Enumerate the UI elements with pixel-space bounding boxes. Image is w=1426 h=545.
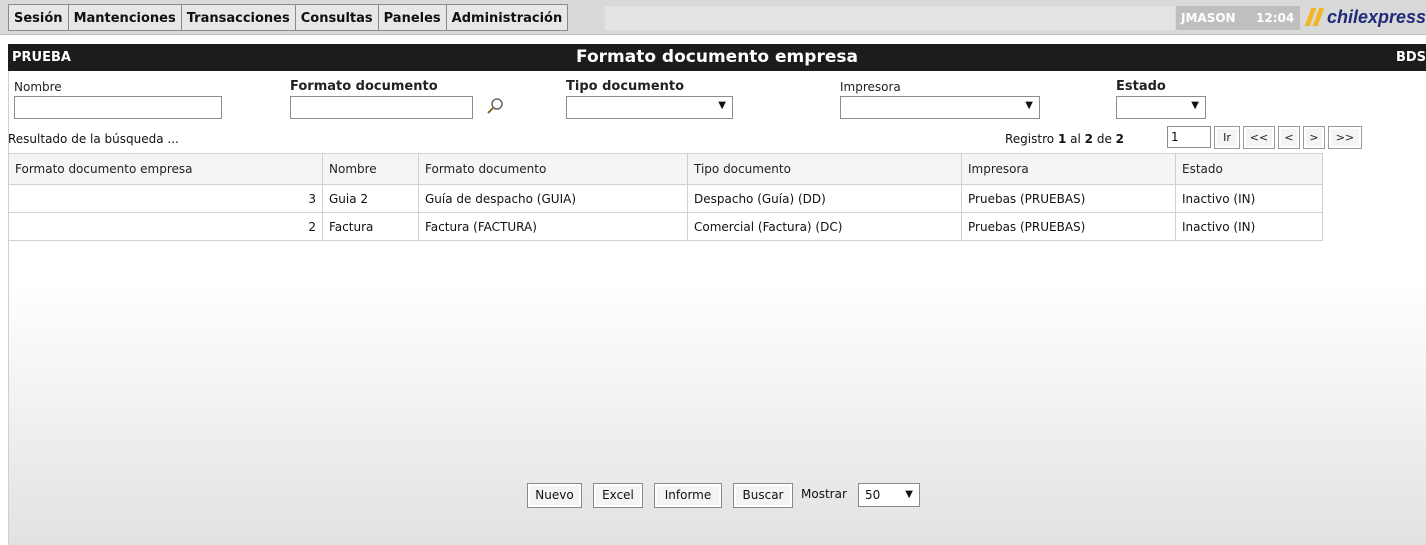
menu-spacer [605, 6, 1175, 30]
user-name: JMASON [1181, 11, 1236, 25]
record-from: 1 [1057, 132, 1067, 146]
user-status: JMASON 12:04 [1176, 6, 1300, 30]
table-row[interactable]: 3 Guia 2 Guía de despacho (GUIA) Despach… [8, 184, 1323, 213]
table-cell: Factura [322, 212, 419, 241]
triangle-down-icon: ▼ [905, 489, 913, 500]
clock: 12:04 [1256, 11, 1295, 25]
first-page-button[interactable]: << [1243, 126, 1275, 149]
column-header[interactable]: Nombre [322, 153, 419, 185]
logo-mark-icon [1302, 6, 1325, 28]
record-prefix: Registro [1005, 132, 1055, 146]
column-header[interactable]: Impresora [961, 153, 1176, 185]
table-cell: Inactivo (IN) [1175, 212, 1323, 241]
column-header[interactable]: Tipo documento [687, 153, 962, 185]
table-cell: Pruebas (PRUEBAS) [961, 184, 1176, 213]
top-menu-bar: Sesión Mantenciones Transacciones Consul… [0, 0, 1426, 35]
column-header[interactable]: Formato documento [418, 153, 688, 185]
content-left-border [8, 71, 9, 545]
main-menu: Sesión Mantenciones Transacciones Consul… [8, 4, 569, 31]
nuevo-button[interactable]: Nuevo [527, 483, 582, 508]
column-header[interactable]: Estado [1175, 153, 1323, 185]
record-to: 2 [1084, 132, 1093, 146]
page-size-select[interactable]: 50 ▼ [858, 483, 920, 507]
go-button[interactable]: Ir [1214, 126, 1240, 149]
results-label: Resultado de la búsqueda ... [8, 132, 179, 146]
excel-button[interactable]: Excel [593, 483, 643, 508]
triangle-down-icon: ▼ [1025, 100, 1033, 111]
nombre-input[interactable] [14, 96, 222, 119]
menu-item-consultas[interactable]: Consultas [295, 4, 379, 31]
next-page-button[interactable]: > [1303, 126, 1325, 149]
table-cell: Guía de despacho (GUIA) [418, 184, 688, 213]
record-sep: al [1070, 132, 1081, 146]
page-number-input[interactable]: 1 [1167, 126, 1211, 148]
mostrar-label: Mostrar [801, 487, 847, 501]
table-header-row: Formato documento empresa Nombre Formato… [8, 153, 1323, 185]
formato-documento-label: Formato documento [290, 79, 438, 94]
impresora-select[interactable]: ▼ [840, 96, 1040, 119]
record-of: de [1096, 132, 1112, 146]
record-total: 2 [1115, 132, 1125, 146]
table-cell: Despacho (Guía) (DD) [687, 184, 962, 213]
impresora-label: Impresora [840, 80, 901, 94]
main-content: Nombre Formato documento Tipo documento … [8, 71, 1426, 545]
page-size-value: 50 [865, 488, 881, 502]
formato-documento-input[interactable] [290, 96, 473, 119]
estado-label: Estado [1116, 79, 1166, 94]
last-page-button[interactable]: >> [1328, 126, 1362, 149]
magnifier-icon[interactable] [486, 97, 504, 115]
menu-item-sesion[interactable]: Sesión [8, 4, 69, 31]
triangle-down-icon: ▼ [718, 100, 726, 111]
prev-page-button[interactable]: < [1278, 126, 1300, 149]
nombre-label: Nombre [14, 80, 62, 94]
page-title: Formato documento empresa [576, 47, 858, 67]
buscar-button[interactable]: Buscar [733, 483, 793, 508]
table-row[interactable]: 2 Factura Factura (FACTURA) Comercial (F… [8, 212, 1323, 241]
brand-logo: chilexpress [1302, 4, 1426, 30]
tipo-documento-label: Tipo documento [566, 79, 685, 94]
table-cell: 3 [8, 184, 323, 213]
table-cell: Inactivo (IN) [1175, 184, 1323, 213]
table-cell: Factura (FACTURA) [418, 212, 688, 241]
database-label: BDS [1395, 50, 1426, 65]
results-table: Formato documento empresa Nombre Formato… [8, 153, 1323, 241]
record-counter: Registro 1 al 2 de 2 [1005, 132, 1124, 146]
table-cell: Guia 2 [322, 184, 419, 213]
table-cell: Pruebas (PRUEBAS) [961, 212, 1176, 241]
triangle-down-icon: ▼ [1191, 100, 1199, 111]
informe-button[interactable]: Informe [654, 483, 722, 508]
table-cell: Comercial (Factura) (DC) [687, 212, 962, 241]
menu-item-transacciones[interactable]: Transacciones [181, 4, 296, 31]
menu-item-administracion[interactable]: Administración [446, 4, 569, 31]
logo-text: chilexpress [1326, 6, 1426, 27]
page-title-bar: PRUEBA Formato documento empresa BDS [8, 44, 1426, 71]
menu-item-mantenciones[interactable]: Mantenciones [68, 4, 182, 31]
column-header[interactable]: Formato documento empresa [8, 153, 323, 185]
estado-select[interactable]: ▼ [1116, 96, 1206, 119]
menu-item-paneles[interactable]: Paneles [378, 4, 447, 31]
table-cell: 2 [8, 212, 323, 241]
tipo-documento-select[interactable]: ▼ [566, 96, 733, 119]
